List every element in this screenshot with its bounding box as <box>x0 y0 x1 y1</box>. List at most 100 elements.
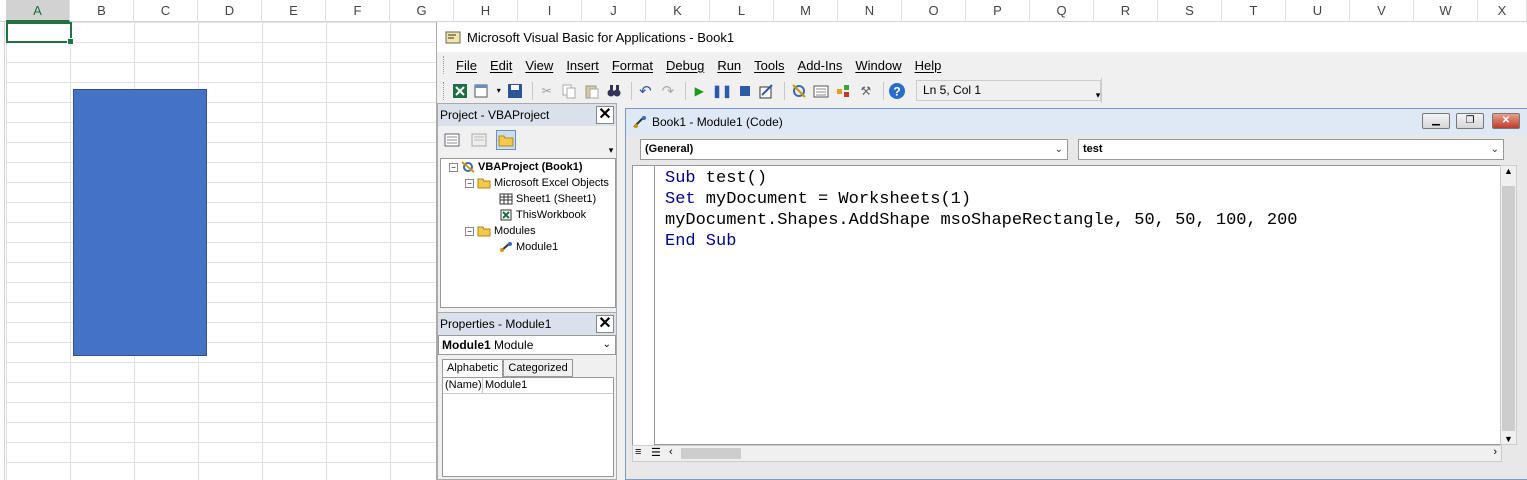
column-header-o[interactable]: O <box>902 0 966 22</box>
column-header-s[interactable]: S <box>1158 0 1222 22</box>
menu-format[interactable]: Format <box>612 58 653 73</box>
tree-item-sheet1[interactable]: Sheet1 (Sheet1) <box>499 191 596 207</box>
cut-icon[interactable]: ✂ <box>537 81 556 101</box>
column-header-n[interactable]: N <box>838 0 902 22</box>
toolbox-icon[interactable]: ⚒ <box>856 81 875 101</box>
toolbar-overflow-icon[interactable]: ▾ <box>1093 80 1103 102</box>
paste-icon[interactable] <box>582 81 601 101</box>
column-header-p[interactable]: P <box>966 0 1030 22</box>
column-header-b[interactable]: B <box>70 0 134 22</box>
project-toolbar-overflow-icon[interactable]: ▾ <box>606 130 616 158</box>
menu-file[interactable]: File <box>456 58 477 73</box>
column-header-h[interactable]: H <box>454 0 518 22</box>
close-code-window-button[interactable]: ✕ <box>1492 113 1520 129</box>
help-icon[interactable]: ? <box>888 81 907 101</box>
save-icon[interactable] <box>506 81 525 101</box>
column-header-u[interactable]: U <box>1286 0 1350 22</box>
column-header-t[interactable]: T <box>1222 0 1286 22</box>
menu-debug[interactable]: Debug <box>666 58 704 73</box>
property-value[interactable]: Module1 <box>483 378 527 393</box>
menu-run[interactable]: Run <box>717 58 741 73</box>
column-header-x[interactable]: X <box>1478 0 1527 22</box>
reset-icon[interactable] <box>735 81 754 101</box>
code-editor[interactable]: Sub test() Set myDocument = Worksheets(1)… <box>632 165 1502 446</box>
column-header-e[interactable]: E <box>262 0 326 22</box>
view-excel-icon[interactable] <box>450 81 469 101</box>
view-code-icon[interactable] <box>442 130 462 150</box>
procedure-view-icon[interactable]: ≡ <box>635 446 641 458</box>
column-header-q[interactable]: Q <box>1030 0 1094 22</box>
vertical-scroll-thumb[interactable] <box>1502 186 1515 431</box>
object-browser-icon[interactable] <box>834 81 853 101</box>
break-icon[interactable]: ❚❚ <box>712 81 732 101</box>
code-text[interactable]: Sub test() Set myDocument = Worksheets(1)… <box>665 168 1298 252</box>
properties-object-dropdown[interactable]: Module1 Module ⌄ <box>438 335 616 355</box>
column-header-v[interactable]: V <box>1350 0 1414 22</box>
scroll-left-icon[interactable]: ‹ <box>669 446 673 458</box>
column-header-j[interactable]: J <box>582 0 646 22</box>
procedure-combo[interactable]: test ⌄ <box>1078 139 1504 160</box>
insert-userform-icon[interactable] <box>472 81 491 101</box>
close-properties-pane-button[interactable]: ✕ <box>596 315 614 333</box>
full-module-view-icon[interactable]: ☰ <box>651 446 661 459</box>
undo-icon[interactable]: ↶ <box>636 81 655 101</box>
tree-item-module1[interactable]: Module1 <box>499 239 558 255</box>
tree-item-excel-objects[interactable]: − Microsoft Excel Objects <box>465 175 609 191</box>
run-icon[interactable]: ▶ <box>690 81 709 101</box>
tab-categorized[interactable]: Categorized <box>503 359 573 377</box>
horizontal-scroll-thumb[interactable] <box>681 448 741 459</box>
column-header-w[interactable]: W <box>1414 0 1478 22</box>
object-combo[interactable]: (General) ⌄ <box>640 139 1068 160</box>
tree-item-thisworkbook[interactable]: ThisWorkbook <box>499 207 586 223</box>
redo-icon[interactable]: ↷ <box>658 81 677 101</box>
view-object-icon[interactable] <box>469 130 489 150</box>
column-header-g[interactable]: G <box>390 0 454 22</box>
tree-item-vbaproject[interactable]: − VBAProject (Book1) <box>449 159 583 175</box>
menu-addins[interactable]: Add-Ins <box>798 58 843 73</box>
column-header-l[interactable]: L <box>710 0 774 22</box>
column-header-c[interactable]: C <box>134 0 198 22</box>
column-header-k[interactable]: K <box>646 0 710 22</box>
selected-cell-a1[interactable] <box>6 22 74 45</box>
toolbar-separator <box>684 81 686 100</box>
vertical-scrollbar[interactable]: ▲ ▼ <box>1500 165 1517 445</box>
code-line[interactable]: Set myDocument = Worksheets(1) <box>665 189 1298 210</box>
collapse-icon[interactable]: − <box>449 162 458 172</box>
column-header-r[interactable]: R <box>1094 0 1158 22</box>
scroll-down-icon[interactable]: ▼ <box>1501 434 1516 444</box>
column-header-f[interactable]: F <box>326 0 390 22</box>
menu-view[interactable]: View <box>525 58 553 73</box>
restore-button[interactable]: ❐ <box>1456 113 1484 129</box>
menu-window[interactable]: Window <box>855 58 901 73</box>
column-header-d[interactable]: D <box>198 0 262 22</box>
scroll-right-icon[interactable]: › <box>1493 446 1497 458</box>
menu-tools[interactable]: Tools <box>754 58 784 73</box>
properties-window-icon[interactable] <box>811 81 830 101</box>
worksheet-grid[interactable] <box>6 22 436 480</box>
design-mode-icon[interactable] <box>757 81 776 101</box>
code-line[interactable]: End Sub <box>665 231 1298 252</box>
column-header-m[interactable]: M <box>774 0 838 22</box>
close-project-pane-button[interactable]: ✕ <box>596 106 614 124</box>
tree-item-modules[interactable]: − Modules <box>465 223 536 239</box>
menu-help[interactable]: Help <box>915 58 942 73</box>
collapse-icon[interactable]: − <box>465 178 474 188</box>
column-header-a[interactable]: A <box>6 0 70 22</box>
scroll-up-icon[interactable]: ▲ <box>1501 166 1516 176</box>
blue-rectangle-shape[interactable] <box>73 89 207 356</box>
collapse-icon[interactable]: − <box>465 226 474 236</box>
minimize-button[interactable]: ▁ <box>1422 113 1450 129</box>
project-explorer-icon[interactable] <box>789 81 808 101</box>
copy-icon[interactable] <box>559 81 578 101</box>
property-row[interactable]: (Name) Module1 <box>443 378 613 394</box>
menu-insert[interactable]: Insert <box>566 58 599 73</box>
code-line[interactable]: myDocument.Shapes.AddShape msoShapeRecta… <box>665 210 1298 231</box>
code-line[interactable]: Sub test() <box>665 168 1298 189</box>
column-header-i[interactable]: I <box>518 0 582 22</box>
find-icon[interactable] <box>604 81 623 101</box>
toggle-folders-icon[interactable] <box>496 130 516 150</box>
menu-edit[interactable]: Edit <box>490 58 512 73</box>
tab-alphabetic[interactable]: Alphabetic <box>442 359 504 377</box>
insert-dropdown-icon[interactable]: ▾ <box>495 81 503 101</box>
horizontal-scrollbar[interactable]: ≡ ☰ ‹ › <box>632 445 1502 462</box>
